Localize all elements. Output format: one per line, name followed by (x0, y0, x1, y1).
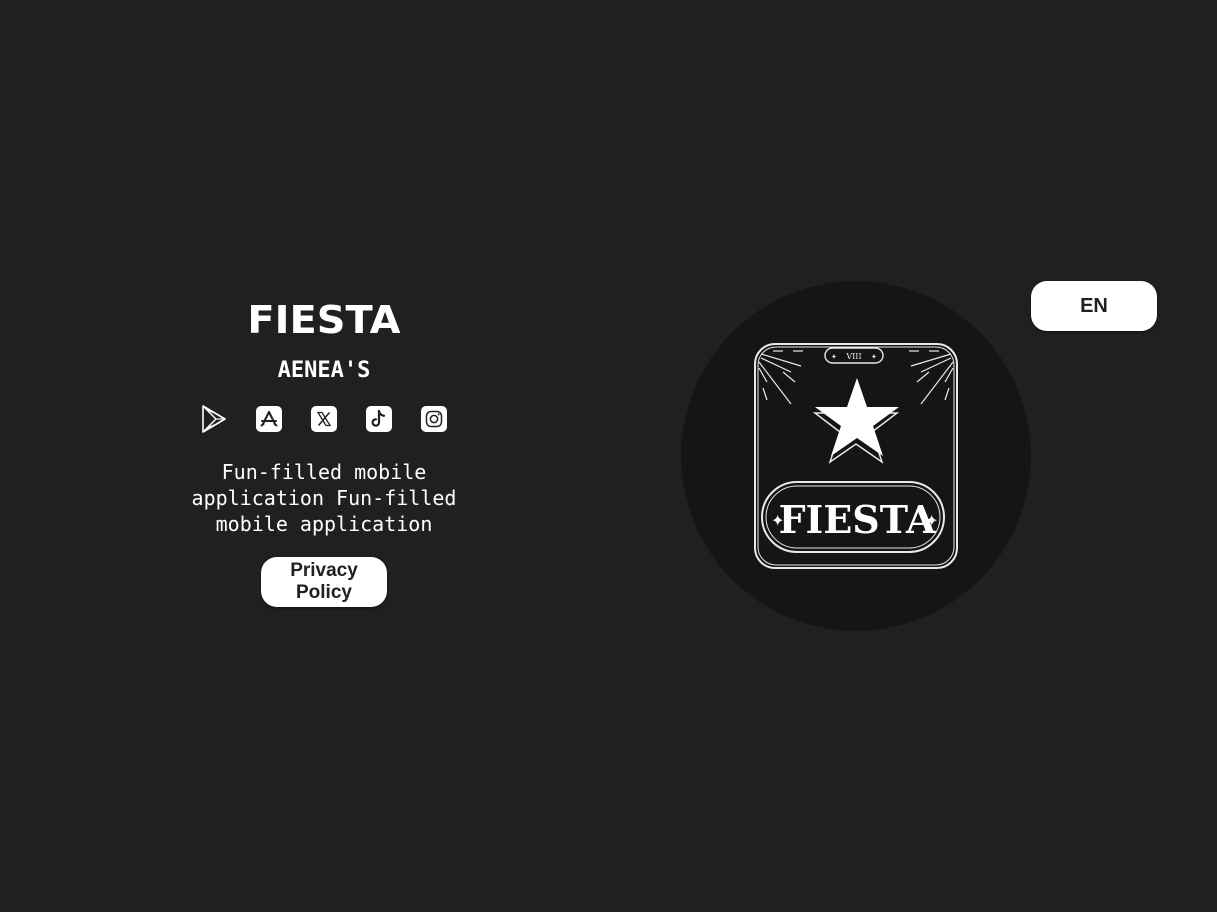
x-link[interactable] (311, 406, 337, 432)
svg-text:✦: ✦ (871, 353, 877, 361)
instagram-link[interactable] (421, 406, 447, 432)
app-store-icon (256, 406, 282, 432)
app-tagline: Fun-filled mobile application Fun-filled… (191, 460, 457, 536)
app-store-link[interactable] (256, 406, 282, 432)
instagram-icon (421, 406, 447, 432)
store-links (201, 405, 447, 433)
tiktok-link[interactable] (366, 406, 392, 432)
svg-text:✦: ✦ (831, 353, 837, 361)
privacy-policy-button[interactable]: Privacy Policy (261, 557, 387, 607)
google-play-link[interactable] (201, 405, 227, 433)
tiktok-icon (366, 406, 392, 432)
app-icon-logo: VIII ✦ ✦ FIESTA ✦ ✦ (754, 343, 958, 569)
app-icon-badge: VIII ✦ ✦ FIESTA ✦ ✦ (681, 281, 1031, 631)
google-play-icon (202, 405, 226, 433)
app-icon-title: FIESTA (779, 497, 936, 542)
brand-wordmark: FIESTA (247, 298, 401, 342)
x-icon (311, 406, 337, 432)
studio-name: AENEA'S (277, 358, 371, 383)
language-button[interactable]: EN (1031, 281, 1157, 331)
hero-text-column: FIESTA AENEA'S Fun-filled mobile applica… (174, 296, 474, 607)
svg-text:✦: ✦ (771, 511, 784, 530)
svg-text:✦: ✦ (925, 511, 938, 530)
landing-page: FIESTA AENEA'S Fun-filled mobile applica… (0, 0, 1217, 912)
app-icon-badge-text: VIII (845, 352, 861, 361)
